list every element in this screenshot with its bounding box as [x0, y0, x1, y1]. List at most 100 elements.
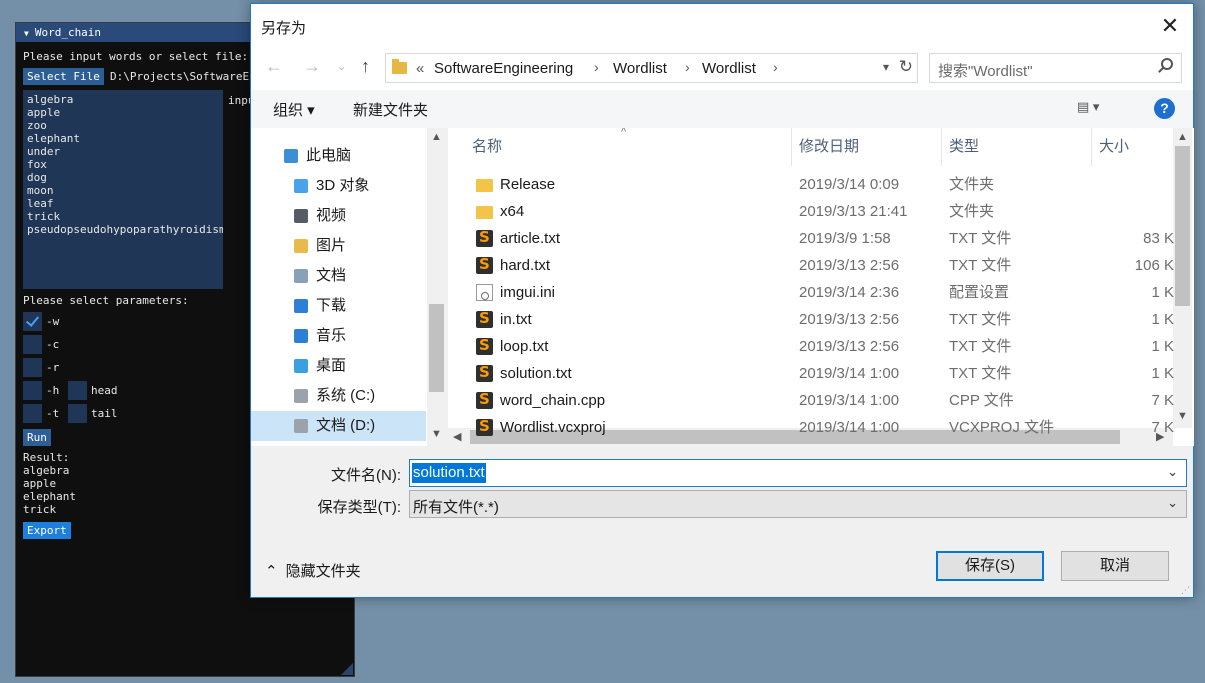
recent-dropdown-icon[interactable]: ⌄	[337, 60, 346, 73]
chevron-down-icon[interactable]: ⌄	[1167, 464, 1178, 480]
scroll-up-icon[interactable]: ▲	[1177, 131, 1188, 143]
filename-value[interactable]: solution.txt	[412, 463, 486, 483]
search-input[interactable]: 搜索"Wordlist"	[929, 53, 1182, 83]
tree-item[interactable]: 系统 (C:)	[251, 381, 426, 411]
tree-item[interactable]: 此电脑	[251, 141, 426, 171]
file-row[interactable]: in.txt 2019/3/13 2:56 TXT 文件 1 K	[448, 305, 1174, 333]
file-list-vscroll-thumb[interactable]	[1175, 146, 1190, 306]
param-value-input[interactable]	[68, 404, 87, 423]
new-folder-button[interactable]: 新建文件夹	[353, 99, 428, 120]
run-button[interactable]: Run	[23, 429, 51, 446]
breadcrumb-overflow[interactable]: «	[416, 60, 424, 77]
file-row[interactable]: imgui.ini 2019/3/14 2:36 配置设置 1 K	[448, 279, 1174, 306]
file-date: 2019/3/13 2:56	[799, 311, 900, 328]
column-size[interactable]: 大小	[1099, 128, 1129, 166]
scroll-down-icon[interactable]: ▼	[1177, 410, 1188, 422]
param-checkbox[interactable]	[23, 404, 42, 423]
close-icon[interactable]: ✕	[1147, 4, 1193, 48]
words-input-area[interactable]: algebra apple zoo elephant under fox dog moon le…	[23, 90, 223, 289]
tree-item[interactable]: 文档 (D:)	[251, 411, 426, 441]
file-row[interactable]: Wordlist.vcxproj 2019/3/14 1:00 VCXPROJ 文件…	[448, 413, 1174, 441]
file-list: 名称 ^ 修改日期 类型 大小 ▲ ▼ ◀ ▶ Release 2019/3/14…	[448, 128, 1194, 446]
file-size: 7 K	[1151, 392, 1174, 409]
address-bar[interactable]: « SoftwareEngineering › Wordlist › Wordl…	[385, 53, 918, 83]
tree-item[interactable]: 桌面	[251, 351, 426, 381]
file-type: TXT 文件	[949, 365, 1012, 382]
sublime-icon	[476, 224, 493, 251]
filetype-label: 保存类型(T):	[317, 499, 401, 516]
tree-item-icon	[294, 389, 308, 403]
scroll-up-icon[interactable]: ▲	[431, 131, 442, 143]
refresh-icon[interactable]: ↻	[899, 57, 913, 77]
file-row[interactable]: solution.txt 2019/3/14 1:00 TXT 文件 1 K	[448, 359, 1174, 387]
up-arrow-icon[interactable]: ↑	[361, 56, 370, 77]
collapse-triangle-icon[interactable]: ▼	[24, 24, 29, 43]
file-name: imgui.ini	[500, 284, 556, 301]
hide-folders-label: 隐藏文件夹	[285, 563, 361, 580]
column-type[interactable]: 类型	[949, 128, 979, 166]
file-row[interactable]: article.txt 2019/3/9 1:58 TXT 文件 83 K	[448, 224, 1174, 252]
param-checkbox[interactable]	[23, 335, 42, 354]
file-name: solution.txt	[500, 365, 572, 382]
file-type: TXT 文件	[949, 338, 1012, 355]
file-list-vscroll[interactable]: ▲ ▼	[1173, 128, 1192, 428]
tree-item[interactable]: 文档	[251, 261, 426, 291]
tree-item[interactable]: 下载	[251, 291, 426, 321]
file-row[interactable]: word_chain.cpp 2019/3/14 1:00 CPP 文件 7 K	[448, 386, 1174, 414]
back-arrow-icon[interactable]: ←	[265, 56, 283, 77]
tree-item[interactable]: 图片	[251, 231, 426, 261]
column-date[interactable]: 修改日期	[799, 128, 859, 166]
file-name: Wordlist.vcxproj	[500, 419, 606, 436]
breadcrumb-wordlist-1[interactable]: Wordlist	[613, 60, 667, 77]
address-dropdown-icon[interactable]: ▾	[883, 60, 889, 74]
file-type: 文件夹	[949, 176, 995, 193]
save-button[interactable]: 保存(S)	[936, 551, 1044, 581]
navigation-bar: ← → ⌄ ↑ « SoftwareEngineering › Wordlist…	[251, 48, 1193, 90]
scroll-down-icon[interactable]: ▼	[431, 428, 442, 440]
tree-item-label: 图片	[316, 237, 347, 254]
sublime-icon	[476, 305, 493, 332]
param-checkbox[interactable]	[23, 381, 42, 400]
column-divider[interactable]	[791, 128, 792, 166]
column-divider[interactable]	[941, 128, 942, 166]
tree-scroll-thumb[interactable]	[429, 304, 444, 392]
tree-item[interactable]: 音乐	[251, 321, 426, 351]
hide-folders-toggle[interactable]: ⌃ 隐藏文件夹	[265, 560, 361, 581]
breadcrumb-softwareengineering[interactable]: SoftwareEngineering	[434, 60, 573, 77]
help-icon[interactable]: ?	[1154, 98, 1175, 119]
file-row[interactable]: loop.txt 2019/3/13 2:56 TXT 文件 1 K	[448, 332, 1174, 360]
view-options-icon[interactable]: ▤ ▾	[1077, 99, 1099, 115]
tree-item[interactable]: 视频	[251, 201, 426, 231]
file-row[interactable]: hard.txt 2019/3/13 2:56 TXT 文件 106 K	[448, 251, 1174, 279]
resize-grip[interactable]	[341, 663, 353, 675]
forward-arrow-icon[interactable]: →	[303, 56, 321, 77]
dialog-title-bar: 另存为 ✕	[251, 4, 1193, 48]
file-type: 文件夹	[949, 203, 995, 220]
breadcrumb-chevron-icon[interactable]: ›	[773, 59, 778, 75]
file-row[interactable]: Release 2019/3/14 0:09 文件夹	[448, 171, 1173, 198]
filetype-select[interactable]: 所有文件(*.*) ⌄	[409, 490, 1187, 518]
column-divider[interactable]	[1091, 128, 1092, 166]
breadcrumb-chevron-icon[interactable]: ›	[594, 59, 599, 75]
param-checkbox[interactable]	[23, 312, 42, 331]
chevron-down-icon[interactable]: ⌄	[1167, 495, 1178, 511]
tree-item[interactable]: 3D 对象	[251, 171, 426, 201]
organize-menu[interactable]: 组织 ▾	[273, 99, 315, 120]
select-file-button[interactable]: Select File	[23, 68, 104, 85]
breadcrumb-wordlist-2[interactable]: Wordlist	[702, 60, 756, 77]
column-name[interactable]: 名称	[472, 128, 502, 166]
file-name: hard.txt	[500, 257, 551, 274]
file-row[interactable]: x64 2019/3/13 21:41 文件夹	[448, 198, 1173, 225]
param-checkbox[interactable]	[23, 358, 42, 377]
size-grip-icon[interactable]: ⋰	[1181, 585, 1191, 595]
filename-field[interactable]: solution.txt ⌄	[409, 459, 1187, 487]
export-button[interactable]: Export	[23, 522, 71, 539]
ini-icon	[476, 284, 493, 301]
param-value-input[interactable]	[68, 381, 87, 400]
tree-scrollbar[interactable]: ▲ ▼	[427, 128, 446, 446]
file-type: VCXPROJ 文件	[949, 419, 1055, 436]
cancel-button[interactable]: 取消	[1061, 551, 1169, 581]
word-line: apple	[27, 106, 61, 119]
breadcrumb-chevron-icon[interactable]: ›	[685, 59, 690, 75]
file-name: Release	[500, 176, 556, 193]
